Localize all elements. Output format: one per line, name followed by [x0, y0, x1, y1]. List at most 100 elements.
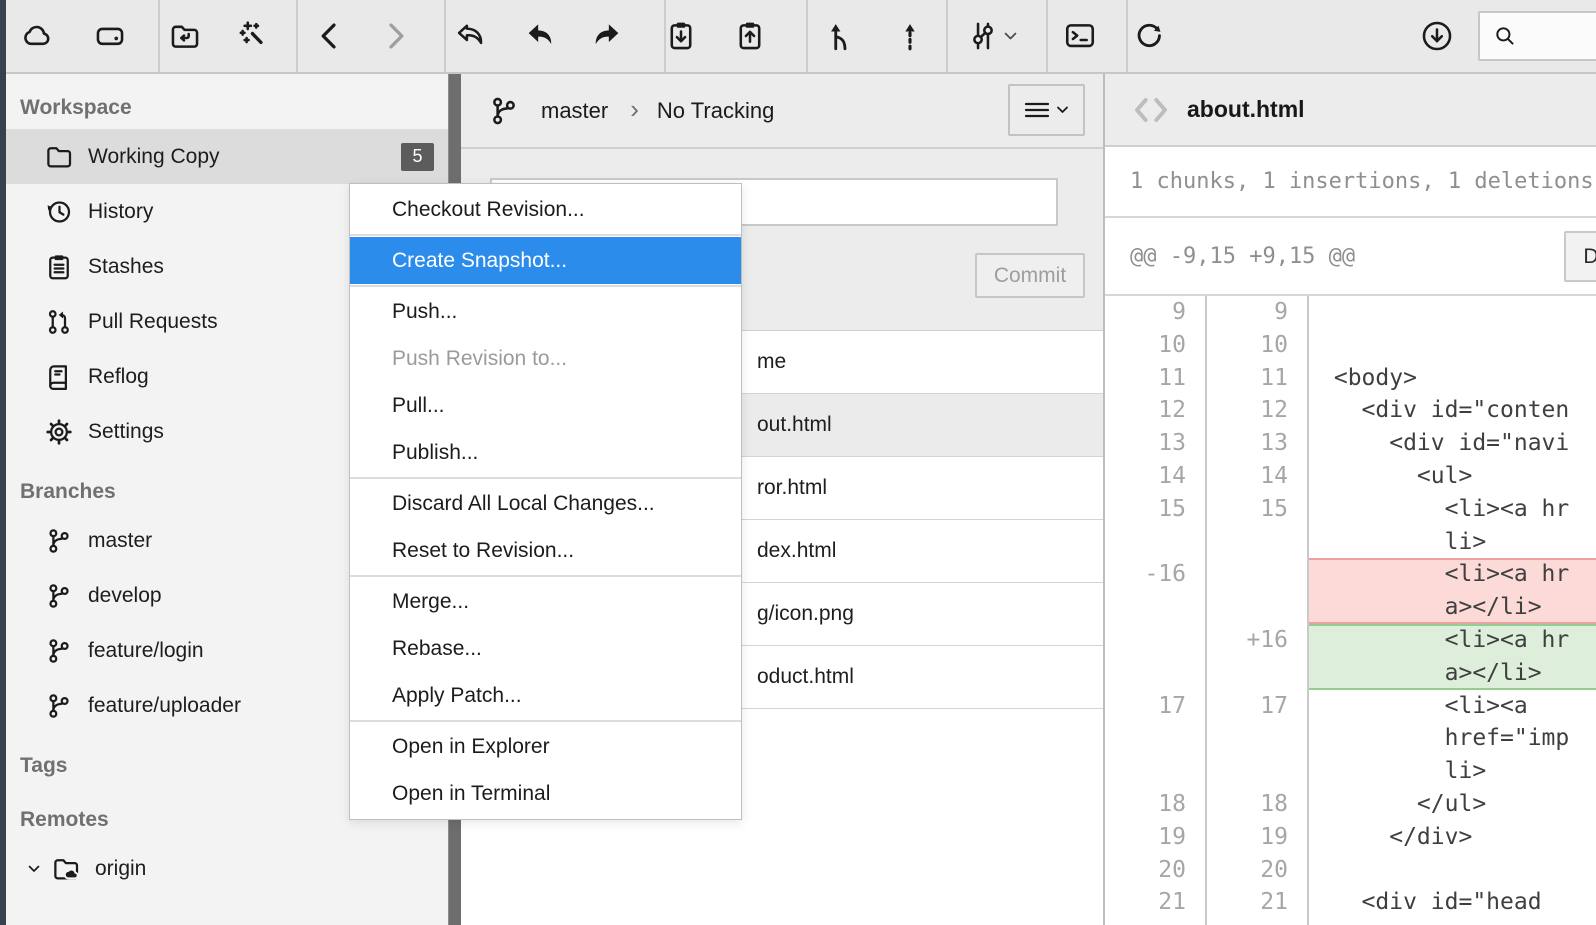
diff-line[interactable]: li>	[1105, 526, 1596, 559]
menu-item-open-in-terminal[interactable]: Open in Terminal	[350, 770, 741, 817]
search-icon	[1492, 23, 1518, 49]
cloud-icon	[20, 19, 54, 53]
push-button[interactable]	[579, 8, 635, 64]
refresh-button[interactable]	[1120, 8, 1176, 64]
folder-return-icon	[168, 19, 202, 53]
graph-options-button[interactable]	[964, 8, 1020, 64]
search-input[interactable]	[1518, 24, 1596, 49]
hamburger-icon	[1024, 100, 1050, 120]
file-name: out.html	[757, 413, 832, 437]
diff-line[interactable]: a></li>	[1105, 591, 1596, 624]
stash-apply-button[interactable]	[722, 8, 778, 64]
menu-item-apply-patch[interactable]: Apply Patch...	[350, 672, 741, 719]
pull-button[interactable]	[512, 8, 568, 64]
diff-line[interactable]: -16 <li><a hr	[1105, 558, 1596, 591]
diff-line[interactable]: li>	[1105, 755, 1596, 788]
diff-line[interactable]: 1515 <li><a hr	[1105, 493, 1596, 526]
diff-line[interactable]: 2121 <div id="head	[1105, 886, 1596, 919]
diff-line[interactable]: 1818 </ul>	[1105, 788, 1596, 821]
diff-line[interactable]: 2020	[1105, 854, 1596, 887]
sidebar-item-label: Stashes	[88, 255, 164, 279]
fetch-button[interactable]	[1409, 8, 1465, 64]
menu-item-rebase[interactable]: Rebase...	[350, 625, 741, 672]
breadcrumb-chevron-icon: ›	[630, 96, 639, 126]
commit-button[interactable]: Commit	[975, 253, 1085, 298]
file-name: ror.html	[757, 476, 827, 500]
menu-item-merge[interactable]: Merge...	[350, 578, 741, 625]
reflog-icon	[44, 362, 74, 392]
new-line-number: 9	[1205, 296, 1307, 329]
diff-file-title: about.html	[1187, 96, 1305, 123]
old-line-number: -16	[1105, 558, 1205, 591]
menu-separator	[350, 477, 741, 479]
menu-item-open-in-explorer[interactable]: Open in Explorer	[350, 723, 741, 770]
diff-line[interactable]: 1919 </div>	[1105, 821, 1596, 854]
stash-save-button[interactable]	[653, 8, 709, 64]
code-text: a></li>	[1307, 657, 1596, 690]
forward-button[interactable]	[367, 8, 423, 64]
magic-wand-button[interactable]	[224, 8, 280, 64]
old-line-number: 20	[1105, 854, 1205, 887]
old-line-number: 17	[1105, 690, 1205, 723]
drive-button[interactable]	[82, 8, 138, 64]
back-button[interactable]	[302, 8, 358, 64]
diff-line[interactable]: 1212 <div id="conten	[1105, 394, 1596, 427]
merge-button[interactable]	[812, 8, 868, 64]
menu-item-push[interactable]: Push...	[350, 288, 741, 335]
diff-line[interactable]: 99	[1105, 296, 1596, 329]
diff-line[interactable]: a></li>	[1105, 657, 1596, 690]
tracking-status-label[interactable]: No Tracking	[657, 98, 774, 124]
sidebar-item-label: origin	[95, 857, 146, 881]
menu-item-publish[interactable]: Publish...	[350, 429, 741, 476]
menu-separator	[350, 575, 741, 577]
new-line-number	[1205, 558, 1307, 591]
diff-line[interactable]: 1414 <ul>	[1105, 460, 1596, 493]
old-line-number	[1105, 591, 1205, 624]
toolbar-separator	[806, 0, 808, 72]
toolbar-search[interactable]	[1478, 11, 1596, 61]
diff-line[interactable]: 1717 <li><a	[1105, 690, 1596, 723]
old-line-number: 13	[1105, 427, 1205, 460]
branch-icon	[487, 94, 521, 128]
code-text: <li><a hr	[1307, 493, 1596, 526]
diff-file-header: about.html	[1105, 74, 1596, 147]
checkout-button[interactable]	[442, 8, 498, 64]
cloud-button[interactable]	[9, 8, 65, 64]
commit-options-button[interactable]	[1008, 84, 1085, 136]
toolbar	[0, 0, 1596, 74]
branch-icon	[44, 636, 74, 666]
menu-separator	[350, 285, 741, 287]
diff-line[interactable]: 1010	[1105, 329, 1596, 362]
menu-item-pull[interactable]: Pull...	[350, 382, 741, 429]
menu-item-checkout-revision[interactable]: Checkout Revision...	[350, 186, 741, 233]
new-line-number: 14	[1205, 460, 1307, 493]
sidebar-item-label: History	[88, 200, 153, 224]
code-text	[1307, 329, 1596, 362]
circle-down-icon	[1420, 19, 1454, 53]
menu-item-discard-all-local-changes[interactable]: Discard All Local Changes...	[350, 480, 741, 527]
new-line-number: 12	[1205, 394, 1307, 427]
new-line-number	[1205, 591, 1307, 624]
current-branch-label[interactable]: master	[541, 98, 608, 124]
chevron-down-icon[interactable]	[26, 861, 42, 877]
sidebar-item-working-copy[interactable]: Working Copy5	[6, 129, 448, 184]
file-name: g/icon.png	[757, 602, 854, 626]
diff-line[interactable]: 1111 <body>	[1105, 362, 1596, 395]
diff-line[interactable]: +16 <li><a hr	[1105, 624, 1596, 657]
menu-item-reset-to-revision[interactable]: Reset to Revision...	[350, 527, 741, 574]
sidebar-item-label: Working Copy	[88, 145, 220, 169]
new-line-number: 17	[1205, 690, 1307, 723]
sidebar-item-origin[interactable]: origin	[6, 841, 448, 896]
diff-line[interactable]: 1313 <div id="navi	[1105, 427, 1596, 460]
menu-item-create-snapshot[interactable]: Create Snapshot...	[350, 237, 741, 284]
old-line-number: 11	[1105, 362, 1205, 395]
diff-line[interactable]: href="imp	[1105, 722, 1596, 755]
rebase-button[interactable]	[882, 8, 938, 64]
stash-icon	[44, 252, 74, 282]
terminal-button[interactable]	[1052, 8, 1108, 64]
discard-hunk-button[interactable]: Discard	[1564, 231, 1596, 282]
gutter-divider	[1205, 296, 1207, 925]
code-text: <body>	[1307, 362, 1596, 395]
open-repo-button[interactable]	[157, 8, 213, 64]
old-line-number	[1105, 526, 1205, 559]
